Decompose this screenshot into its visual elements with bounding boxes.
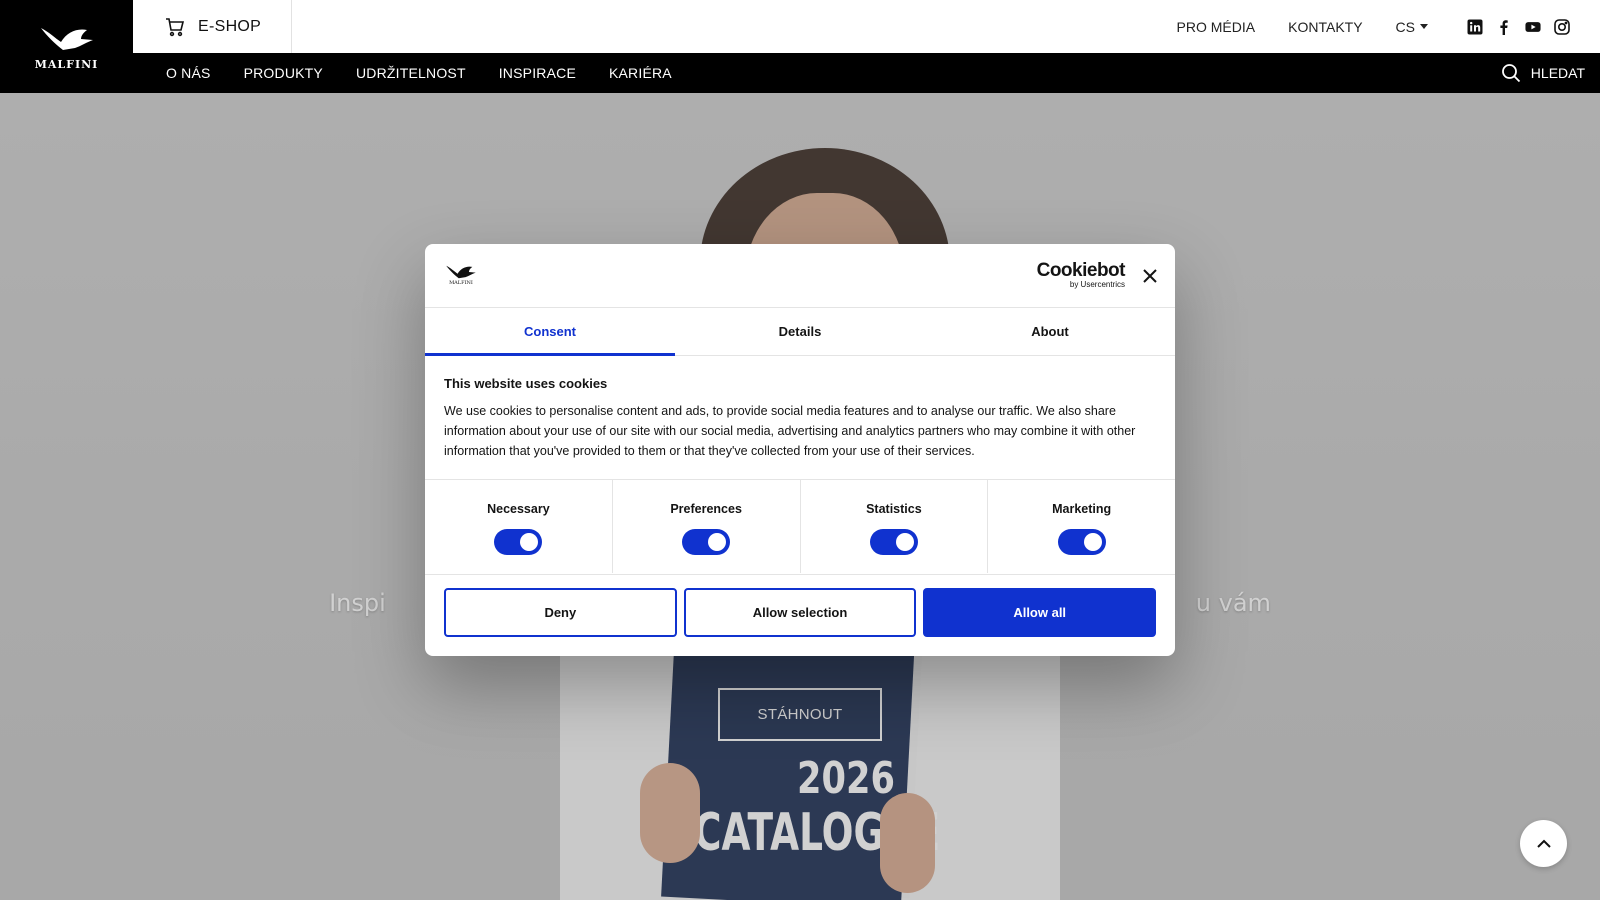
eshop-label: E-SHOP <box>198 17 262 35</box>
cookie-consent-dialog: MALFINI Cookiebot by Usercentrics Consen… <box>425 244 1175 656</box>
toggle-marketing[interactable] <box>1057 529 1106 555</box>
eshop-link[interactable]: E-SHOP <box>133 0 292 53</box>
toggle-group-statistics: Statistics <box>801 480 989 573</box>
search-icon <box>1501 64 1520 83</box>
nav-item-udrzitelnost[interactable]: UDRŽITELNOST <box>356 65 466 81</box>
toggle-label-statistics: Statistics <box>866 502 922 516</box>
tab-consent[interactable]: Consent <box>425 308 675 356</box>
dialog-description: We use cookies to personalise content an… <box>444 404 1136 458</box>
nav-item-produkty[interactable]: PRODUKTY <box>244 65 323 81</box>
linkedin-icon[interactable] <box>1467 19 1483 35</box>
allow-selection-button[interactable]: Allow selection <box>683 588 917 637</box>
dialog-logo: MALFINI <box>444 262 478 286</box>
chevron-up-icon <box>1536 839 1551 848</box>
toggle-label-preferences: Preferences <box>670 502 742 516</box>
nav-item-o-nas[interactable]: O NÁS <box>166 65 211 81</box>
social-links <box>1467 0 1570 53</box>
dialog-actions: Deny Allow selection Allow all <box>425 574 1175 637</box>
logo-wordmark: MALFINI <box>34 58 99 71</box>
cookiebot-brand: Cookiebot <box>1036 260 1126 281</box>
toggle-statistics[interactable] <box>869 529 918 555</box>
top-bar: E-SHOP PRO MÉDIA KONTAKTY CS <box>133 0 1600 53</box>
tab-about[interactable]: About <box>925 308 1175 355</box>
allow-all-button[interactable]: Allow all <box>923 588 1157 637</box>
dialog-heading: This website uses cookies <box>444 376 608 391</box>
instagram-icon[interactable] <box>1554 18 1570 35</box>
toggle-group-marketing: Marketing <box>988 480 1175 573</box>
nav-item-inspirace[interactable]: INSPIRACE <box>499 65 576 81</box>
tab-details[interactable]: Details <box>675 308 925 355</box>
nav-item-kariera[interactable]: KARIÉRA <box>609 65 672 81</box>
kontakty-link[interactable]: KONTAKTY <box>1288 19 1362 35</box>
scroll-to-top-button[interactable] <box>1520 820 1567 867</box>
toggle-necessary[interactable] <box>494 529 543 555</box>
chevron-down-icon <box>1420 24 1428 29</box>
eagle-logo-icon <box>40 28 93 50</box>
pro-media-link[interactable]: PRO MÉDIA <box>1177 19 1256 35</box>
main-nav: O NÁS PRODUKTY UDRŽITELNOST INSPIRACE KA… <box>133 53 1600 93</box>
eagle-logo-icon <box>446 265 476 279</box>
consent-toggles: Necessary Preferences Statistics Marketi… <box>425 480 1175 574</box>
dialog-tabs: Consent Details About <box>425 308 1175 356</box>
youtube-icon[interactable] <box>1525 19 1541 35</box>
toggle-label-marketing: Marketing <box>1052 502 1112 516</box>
toggle-preferences[interactable] <box>682 529 731 555</box>
language-select[interactable]: CS <box>1396 19 1428 35</box>
deny-button[interactable]: Deny <box>444 588 677 637</box>
cookiebot-logo[interactable]: Cookiebot by Usercentrics <box>1036 260 1126 289</box>
toggle-label-necessary: Necessary <box>487 502 550 516</box>
cart-icon <box>166 17 185 36</box>
search-label: HLEDAT <box>1530 65 1585 81</box>
toggle-group-necessary: Necessary <box>425 480 613 573</box>
malfini-logo[interactable]: MALFINI <box>0 0 133 93</box>
dialog-logo-wordmark: MALFINI <box>449 280 473 286</box>
facebook-icon[interactable] <box>1496 19 1512 35</box>
close-icon[interactable] <box>1141 267 1159 285</box>
toggle-group-preferences: Preferences <box>613 480 801 573</box>
language-value: CS <box>1395 18 1415 35</box>
cookiebot-brand-sub: by Usercentrics <box>1069 280 1125 289</box>
search-button[interactable]: HLEDAT <box>1501 53 1585 93</box>
